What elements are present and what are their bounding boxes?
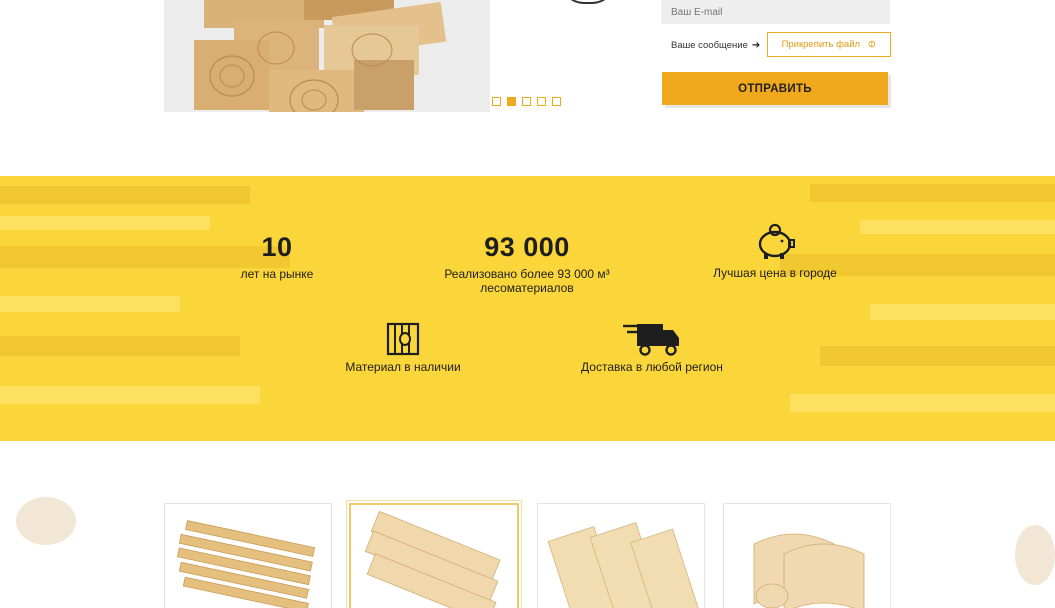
feature-years: 10 лет на рынке [217,232,337,281]
years-label: лет на рынке [240,267,314,281]
message-label: Ваше сообщение [671,40,748,51]
attach-file-label: Прикрепить файл [781,39,861,50]
lumber-illustration [194,0,447,112]
message-toggle[interactable]: Ваше сообщение ➔ [671,40,760,51]
sold-label-line2: лесоматериалов [480,281,574,295]
email-field[interactable] [661,0,890,24]
lumber-stack-image [176,520,316,608]
slider-dot-2[interactable] [507,97,516,106]
product-card-planks[interactable] [346,500,522,608]
years-number: 10 [261,232,293,262]
delivery-truck-icon [623,324,679,356]
product-card-lumber[interactable] [164,503,332,608]
sold-number: 93 000 [484,232,570,262]
price-label: Лучшая цена в городе [713,266,837,280]
slider-dots [492,97,561,106]
slider-dot-1[interactable] [492,97,501,106]
slider-dot-4[interactable] [537,97,546,106]
wood-stack-icon [386,322,420,356]
product-card-log-siding[interactable] [723,503,891,608]
product-card-boards[interactable] [537,503,705,608]
features-band: 10 лет на рынке 93 000 Реализовано более… [0,176,1055,441]
slider-dot-5[interactable] [552,97,561,106]
paperclip-icon: ⊘ [865,37,879,52]
board-planks-image [364,510,501,608]
slider-dot-3[interactable] [522,97,531,106]
sold-label-line1: Реализовано более 93 000 м³ [444,267,610,281]
arrow-right-icon: ➔ [751,40,761,51]
feature-sold: 93 000 Реализовано более 93 000 м³ лесом… [417,232,637,295]
feature-delivery: Доставка в любой регион [572,322,732,374]
feature-price: Лучшая цена в городе [700,222,850,280]
piggy-bank-icon [758,223,795,259]
feature-stock: Материал в наличии [330,322,476,374]
wood-shaving-left [16,497,76,545]
attach-file-button[interactable]: Прикрепить файл ⊘ [767,32,891,57]
wood-shaving-right [1015,525,1055,585]
log-siding-image [753,533,865,608]
delivery-label: Доставка в любой регион [581,360,723,374]
hero-lumber-image [164,0,490,112]
light-boards-image [547,522,700,608]
submit-button[interactable]: ОТПРАВИТЬ [662,72,888,105]
circle-decoration [560,0,616,4]
stock-label: Материал в наличии [345,360,461,374]
